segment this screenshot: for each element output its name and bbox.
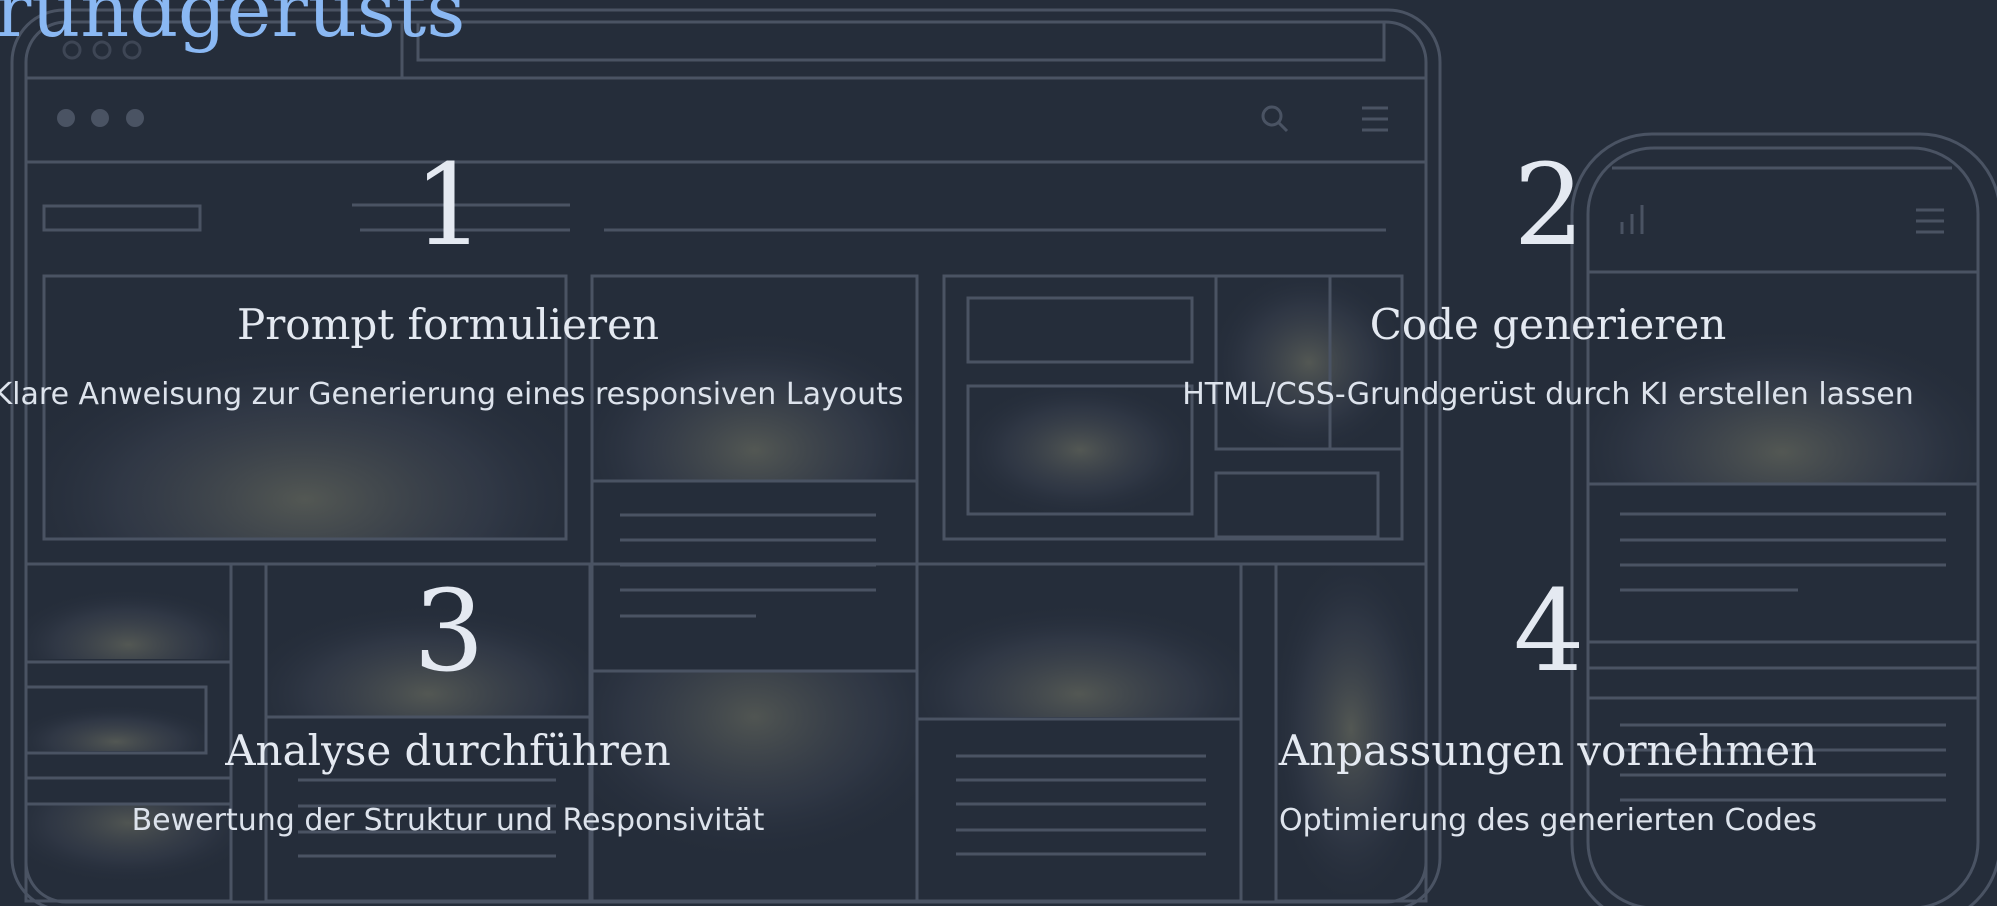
page-title: rundgerüsts [0,0,466,54]
step-description: Klare Anweisung zur Generierung eines re… [0,377,904,412]
step-number: 1 [413,141,484,271]
search-icon [1261,105,1289,133]
step-title: Prompt formulieren [236,300,660,349]
step-4: 4 Anpassungen vornehmen Optimierung des … [998,576,1997,836]
step-description: Bewertung der Struktur und Responsivität [131,803,765,838]
step-title: Anpassungen vornehmen [1278,726,1818,775]
step-description: HTML/CSS-Grundgerüst durch KI erstellen … [1182,377,1914,412]
window-dots [57,109,144,127]
step-2: 2 Code generieren HTML/CSS-Grundgerüst d… [998,150,1997,410]
step-number: 3 [413,567,484,697]
step-title: Code generieren [1369,300,1727,349]
step-title: Analyse durchführen [225,726,671,775]
step-number: 4 [1513,567,1584,697]
step-1: 1 Prompt formulieren Klare Anweisung zur… [0,150,998,410]
step-description: Optimierung des generierten Codes [1278,803,1817,838]
slide: rundgerüsts 1 Prompt formulieren Klare A… [0,0,1997,906]
hamburger-menu-icon [1362,106,1388,132]
step-number: 2 [1513,141,1584,271]
step-3: 3 Analyse durchführen Bewertung der Stru… [0,576,998,836]
